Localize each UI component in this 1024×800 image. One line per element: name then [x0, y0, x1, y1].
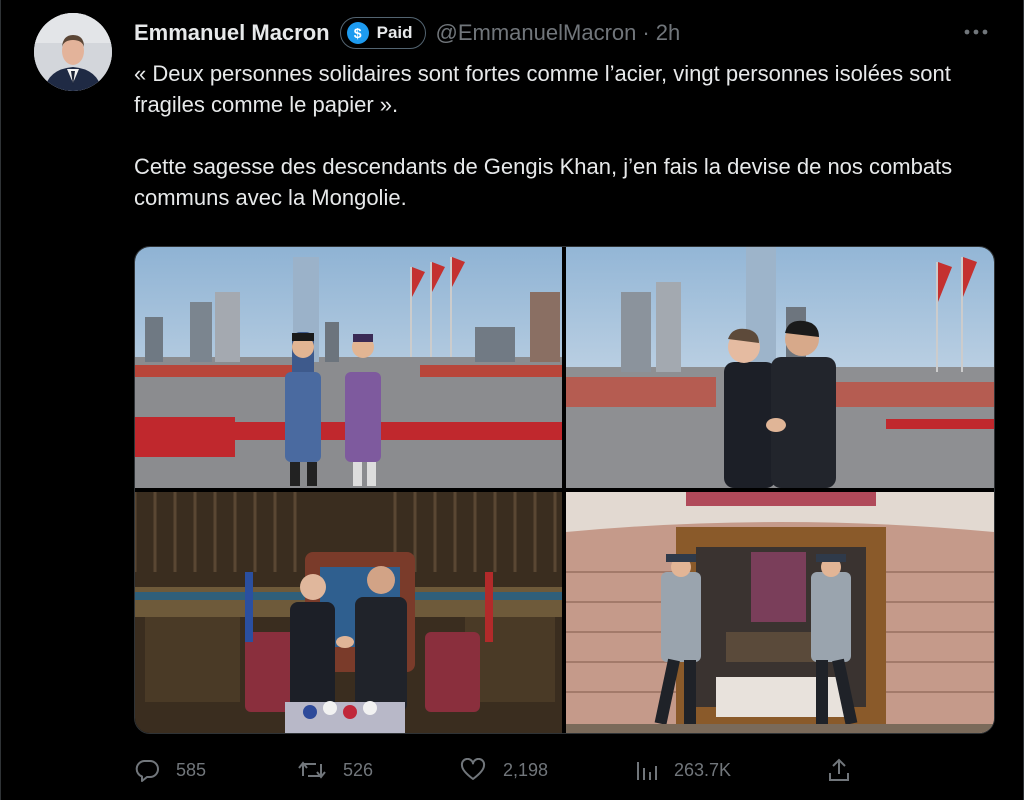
reply-button[interactable]: 585 [134, 752, 206, 788]
paid-badge[interactable]: $ Paid [339, 17, 426, 49]
retweet-icon [298, 761, 326, 779]
tweet-paragraph: Cette sagesse des descendants de Gengis … [134, 154, 953, 210]
photo-handshake-ger[interactable] [135, 492, 562, 733]
more-dots-icon [964, 29, 988, 35]
reply-count: 585 [176, 759, 207, 780]
avatar[interactable] [34, 13, 112, 91]
photo-image [135, 492, 562, 733]
dollar-coin-icon: $ [346, 22, 369, 44]
photo-children-ceremony[interactable] [135, 247, 562, 488]
tweet-text: « Deux personnes solidaires sont fortes … [134, 58, 994, 213]
photo-handshake-square[interactable] [566, 247, 994, 488]
views-chart-icon [637, 762, 657, 780]
share-button[interactable] [827, 752, 851, 788]
tweet[interactable]: Emmanuel Macron $ Paid @EmmanuelMacron ·… [0, 0, 1024, 800]
like-count: 2,198 [503, 759, 549, 780]
more-options-button[interactable] [959, 20, 993, 44]
reply-icon [135, 760, 159, 782]
photo-image [566, 492, 994, 733]
timestamp[interactable]: 2h [656, 20, 680, 46]
author-handle[interactable]: @EmmanuelMacron [436, 20, 637, 46]
media-grid [134, 246, 995, 734]
paid-label: Paid [376, 23, 413, 42]
author-name[interactable]: Emmanuel Macron [134, 20, 330, 46]
retweet-count: 526 [343, 759, 374, 780]
share-icon [829, 758, 849, 781]
separator-dot: · [642, 20, 650, 45]
retweet-button[interactable]: 526 [297, 752, 373, 788]
photo-image [135, 247, 562, 488]
photo-guards-ger[interactable] [566, 492, 994, 733]
heart-icon [460, 758, 486, 780]
like-button[interactable]: 2,198 [459, 752, 548, 788]
views-count: 263.7K [674, 759, 732, 780]
tweet-header: Emmanuel Macron $ Paid @EmmanuelMacron ·… [134, 15, 680, 51]
tweet-paragraph: « Deux personnes solidaires sont fortes … [134, 61, 951, 117]
action-bar: 585 526 2,198 263.7K [134, 752, 854, 788]
photo-image [566, 247, 994, 488]
views-button[interactable]: 263.7K [634, 752, 731, 788]
avatar-image [34, 13, 112, 91]
